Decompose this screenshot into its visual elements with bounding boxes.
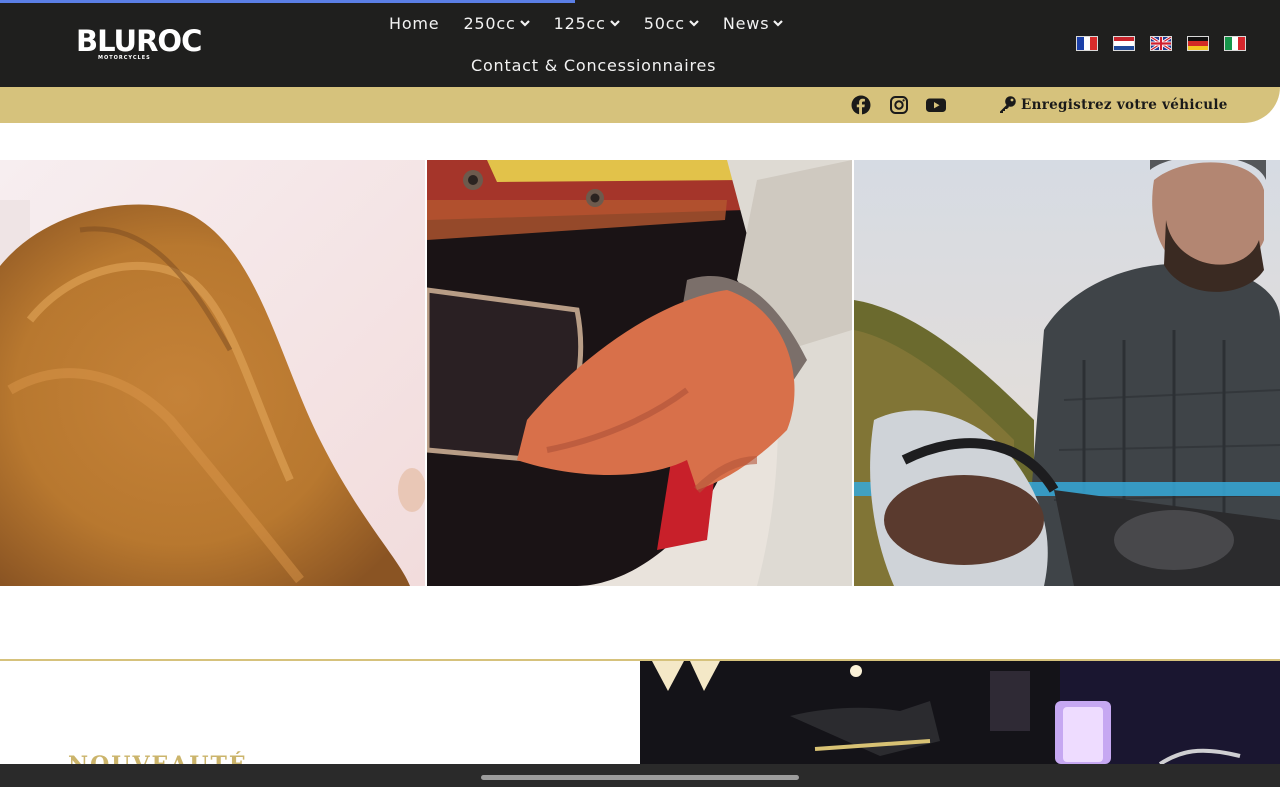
chevron-down-icon [689, 18, 699, 28]
register-vehicle-link[interactable]: Enregistrez votre véhicule [998, 95, 1228, 114]
nav-250cc[interactable]: 250cc [463, 13, 530, 33]
hand-holding-helmet-photo [427, 160, 852, 586]
register-vehicle-label: Enregistrez votre véhicule [1021, 96, 1228, 113]
nav-125cc[interactable]: 125cc [554, 14, 620, 33]
logo-subtitle: MOTORCYCLES [98, 55, 151, 61]
nav-50cc[interactable]: 50cc [644, 14, 699, 33]
uk-flag-icon[interactable] [1150, 36, 1172, 51]
nav-50cc-label: 50cc [643, 13, 685, 33]
language-switcher [1076, 36, 1261, 51]
logo-wordmark: BLUROC [76, 24, 202, 58]
chevron-down-icon [609, 18, 620, 28]
key-icon [1000, 96, 1016, 113]
bluroc-logo[interactable]: BLUROC MOTORCYCLES [76, 26, 202, 62]
page-load-progress-bar [0, 0, 575, 3]
facebook-icon[interactable] [851, 95, 871, 115]
youtube-icon[interactable] [925, 95, 947, 115]
nav-home-label: Home [389, 13, 440, 33]
nav-home[interactable]: Home [389, 14, 439, 33]
main-nav: Home 250cc 125cc 50cc News [389, 12, 807, 34]
nav-news-label: News [722, 13, 770, 33]
nav-contact[interactable]: Contact & Concessionnaires [471, 56, 716, 75]
bearded-rider-on-motorcycle-photo [854, 160, 1280, 586]
nav-125cc-label: 125cc [553, 13, 606, 33]
site-header: BLUROC MOTORCYCLES Home 250cc 125cc 50cc… [0, 0, 1280, 87]
germany-flag-icon[interactable] [1187, 36, 1209, 51]
netherlands-flag-icon[interactable] [1113, 36, 1135, 51]
chevron-down-icon [773, 18, 784, 28]
os-bottom-bar [0, 764, 1280, 787]
france-flag-icon[interactable] [1076, 36, 1098, 51]
italy-flag-icon[interactable] [1224, 36, 1246, 51]
woman-with-long-curly-hair-photo [0, 160, 425, 586]
home-indicator[interactable] [481, 775, 799, 780]
instagram-icon[interactable] [889, 95, 909, 115]
utility-bar: Enregistrez votre véhicule [0, 87, 1280, 123]
chevron-down-icon [519, 18, 530, 28]
night-motorcycle-photo [640, 661, 1280, 764]
nav-250cc-label: 250cc [463, 13, 516, 33]
nav-news[interactable]: News [722, 13, 784, 33]
